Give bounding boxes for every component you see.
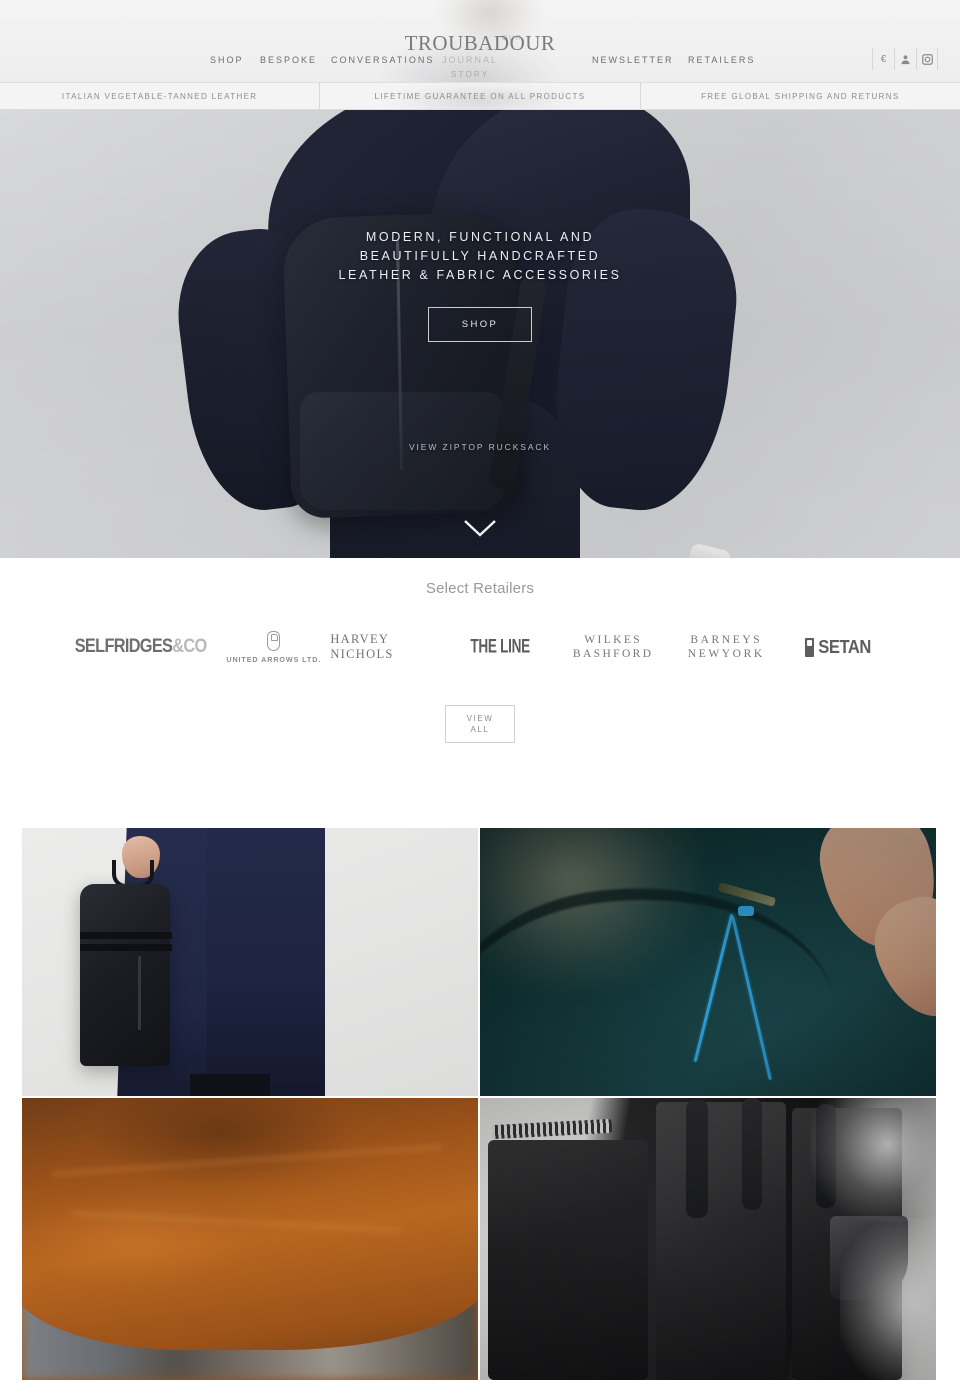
announcement-item-leather: ITALIAN VEGETABLE-TANNED LEATHER: [0, 83, 321, 109]
view-all-line-1: VIEW: [466, 714, 494, 723]
selfridges-suffix: &CO: [172, 636, 207, 657]
hero-headline-line-3: LEATHER & FABRIC ACCESSORIES: [338, 268, 622, 282]
retailer-logo-barneys-newyork[interactable]: BARNEYS NEWYORK: [670, 619, 783, 675]
retailer-logo-the-line[interactable]: THE LINE: [443, 619, 556, 675]
bags-vignette: [480, 1098, 936, 1380]
brand-logo: TROUBADOUR: [404, 31, 556, 55]
holdall-bag: [80, 884, 170, 1066]
wilkes-bashford-wordmark: WILKES BASHFORD: [573, 633, 654, 661]
primary-navigation: SHOP BESPOKE CONVERSATIONS JOURNAL NEWSL…: [0, 52, 960, 68]
site-header: OUR STORY TROUBADOUR SHOP BESPOKE CONVER…: [0, 0, 960, 82]
harvey-nichols-wordmark: HARVEY NICHOLS: [330, 632, 394, 661]
tile-stitching[interactable]: [480, 828, 936, 1096]
nav-item-journal[interactable]: JOURNAL: [442, 52, 498, 68]
holdall-shoe: [190, 1074, 270, 1096]
hero-headline-line-1: MODERN, FUNCTIONAL AND: [365, 230, 595, 244]
header-utility-icons: €: [872, 48, 938, 70]
selfridges-text: SELFRIDGES: [74, 636, 173, 657]
announcement-item-shipping: FREE GLOBAL SHIPPING AND RETURNS: [701, 91, 900, 101]
nav-item-bespoke[interactable]: BESPOKE: [260, 52, 317, 68]
hero-content: MODERN, FUNCTIONAL AND BEAUTIFULLY HANDC…: [0, 228, 960, 342]
isetan-mark-icon: [805, 637, 815, 657]
holdall-zipper: [138, 956, 141, 1030]
retailers-title: Select Retailers: [425, 580, 535, 597]
announcement-item-guarantee: LIFETIME GUARANTEE ON ALL PRODUCTS: [320, 83, 641, 109]
the-line-wordmark: THE LINE: [470, 635, 530, 658]
hero-headline: MODERN, FUNCTIONAL AND BEAUTIFULLY HANDC…: [0, 228, 960, 285]
nav-item-shop[interactable]: SHOP: [210, 52, 244, 68]
wilkes-line-1: WILKES: [584, 634, 643, 646]
holdall-strap-upper: [80, 932, 172, 939]
currency-euro-icon[interactable]: €: [872, 48, 894, 70]
isetan-text: SETAN: [818, 636, 872, 657]
instagram-icon[interactable]: [916, 48, 938, 70]
hero-product-link[interactable]: VIEW ZIPTOP RUCKSACK: [0, 442, 960, 452]
retailer-logo-selfridges[interactable]: SELFRIDGES&CO: [64, 619, 217, 675]
united-arrows-mark-icon: [267, 630, 281, 651]
hero-headline-line-2: BEAUTIFULLY HANDCRAFTED: [359, 249, 601, 263]
tile-holdall[interactable]: [22, 828, 478, 1096]
retailer-logo-isetan[interactable]: SETAN: [783, 619, 896, 675]
view-all-button[interactable]: VIEW ALL: [445, 705, 515, 743]
image-grid: [22, 828, 938, 1380]
nav-item-conversations[interactable]: CONVERSATIONS: [331, 52, 434, 68]
retailer-logo-row: SELFRIDGES&CO UNITED ARROWS LTD. HARVEY …: [0, 619, 960, 675]
retailer-logo-harvey-nichols[interactable]: HARVEY NICHOLS: [330, 619, 443, 675]
retailer-logo-wilkes-bashford[interactable]: WILKES BASHFORD: [557, 619, 670, 675]
tile-bags-row[interactable]: [480, 1098, 936, 1380]
select-retailers-section: Select Retailers SELFRIDGES&CO UNITED AR…: [0, 558, 960, 828]
holdall-strap-lower: [80, 944, 172, 951]
isetan-wordmark: SETAN: [805, 637, 873, 658]
view-all-text: VIEW ALL: [467, 713, 494, 735]
currency-euro-glyph: €: [880, 53, 887, 65]
united-arrows-wordmark: UNITED ARROWS LTD.: [226, 654, 322, 664]
account-icon[interactable]: [894, 48, 916, 70]
barneys-line-1: BARNEYS: [690, 634, 763, 646]
hero-shop-button[interactable]: SHOP: [428, 307, 532, 342]
nav-item-newsletter[interactable]: NEWSLETTER: [592, 52, 674, 68]
stitching-vignette: [480, 828, 936, 1096]
holdall-figure-leg-front: [207, 828, 325, 1096]
announcement-bar: ITALIAN VEGETABLE-TANNED LEATHER LIFETIM…: [0, 82, 960, 110]
chevron-down-icon[interactable]: [463, 518, 497, 543]
wilkes-line-2: BASHFORD: [572, 648, 654, 660]
view-all-wrapper: VIEW ALL: [0, 705, 960, 743]
barneys-wordmark: BARNEYS NEWYORK: [688, 633, 765, 661]
barneys-line-2: NEWYORK: [687, 648, 765, 660]
tile-hide[interactable]: [22, 1098, 478, 1380]
view-all-line-2: ALL: [470, 725, 490, 734]
retailer-logo-united-arrows[interactable]: UNITED ARROWS LTD.: [217, 619, 330, 675]
nav-item-retailers[interactable]: RETAILERS: [688, 52, 755, 68]
selfridges-wordmark: SELFRIDGES&CO: [75, 636, 207, 658]
hero-banner: MODERN, FUNCTIONAL AND BEAUTIFULLY HANDC…: [0, 110, 960, 558]
